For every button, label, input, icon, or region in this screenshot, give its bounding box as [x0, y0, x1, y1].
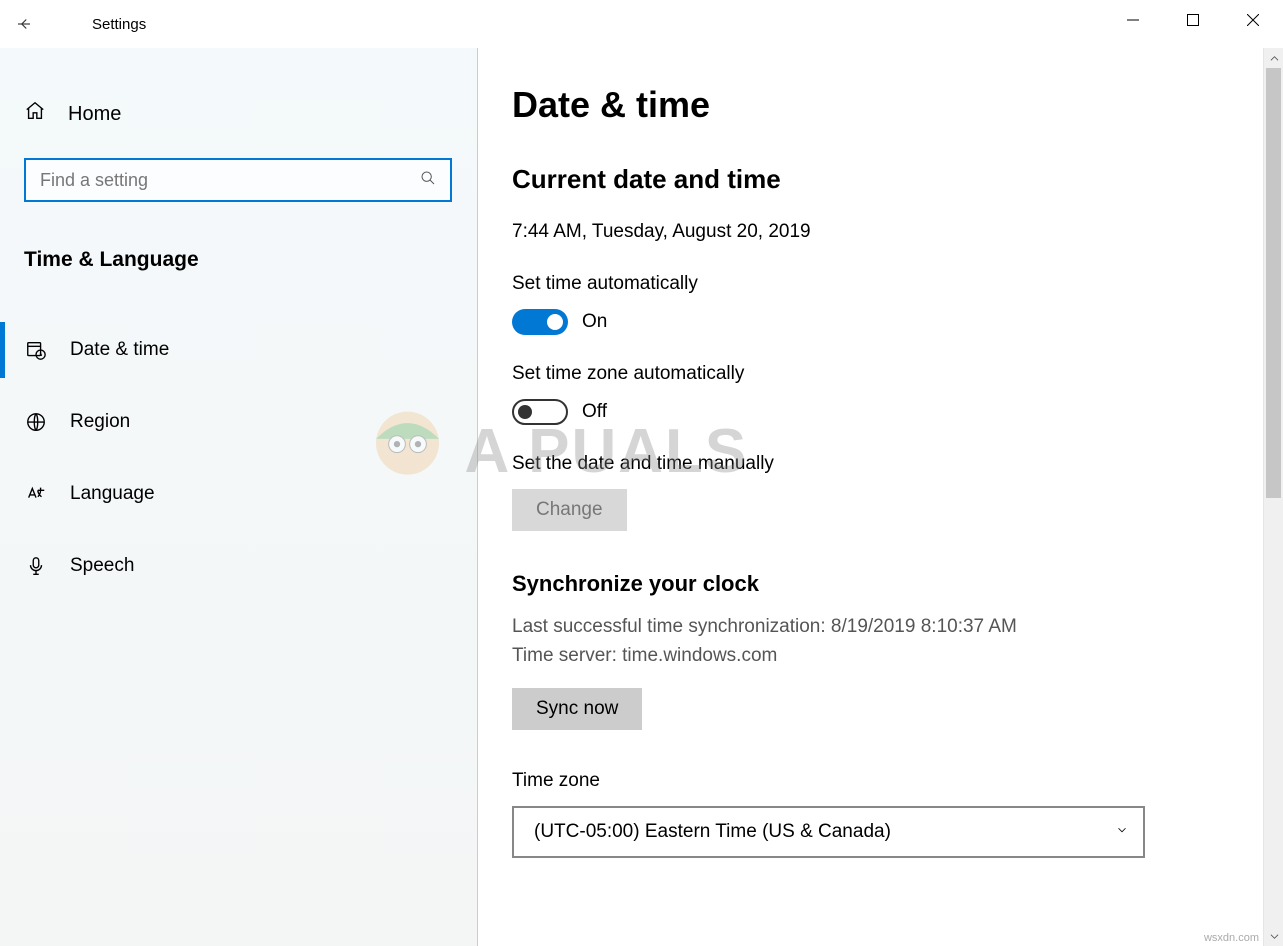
- nav-region[interactable]: Region: [0, 386, 477, 458]
- url-watermark: wsxdn.com: [1204, 932, 1259, 944]
- chevron-down-icon: [1270, 932, 1279, 941]
- last-sync-text: Last successful time synchronization: 8/…: [512, 613, 1249, 642]
- time-server-text: Time server: time.windows.com: [512, 642, 1249, 671]
- home-icon: [24, 100, 46, 128]
- language-icon: [24, 483, 48, 505]
- nav-list: Date & time Region Language Speech: [0, 314, 477, 602]
- minimize-button[interactable]: [1103, 0, 1163, 40]
- current-heading: Current date and time: [512, 164, 1249, 195]
- titlebar: Settings: [0, 0, 1283, 48]
- nav-label: Language: [70, 483, 155, 505]
- globe-icon: [24, 411, 48, 433]
- current-datetime: 7:44 AM, Tuesday, August 20, 2019: [512, 221, 1249, 243]
- set-time-auto-row: On: [512, 309, 1249, 335]
- timezone-value: (UTC-05:00) Eastern Time (US & Canada): [534, 821, 891, 843]
- content-area: Home Time & Language Date & time: [0, 48, 1283, 946]
- scrollbar[interactable]: [1263, 48, 1283, 946]
- set-time-auto-label: Set time automatically: [512, 273, 1249, 295]
- set-tz-auto-state: Off: [582, 401, 607, 423]
- window-title: Settings: [92, 16, 146, 33]
- timezone-dropdown[interactable]: (UTC-05:00) Eastern Time (US & Canada): [512, 806, 1145, 858]
- nav-language[interactable]: Language: [0, 458, 477, 530]
- maximize-icon: [1187, 14, 1199, 26]
- sync-heading: Synchronize your clock: [512, 571, 1249, 597]
- chevron-up-icon: [1270, 54, 1279, 63]
- close-button[interactable]: [1223, 0, 1283, 40]
- arrow-left-icon: [15, 15, 33, 33]
- set-tz-auto-toggle[interactable]: [512, 399, 568, 425]
- home-nav[interactable]: Home: [0, 88, 477, 140]
- search-box[interactable]: [24, 158, 452, 202]
- search-input[interactable]: [40, 170, 420, 191]
- set-tz-auto-label: Set time zone automatically: [512, 363, 1249, 385]
- maximize-button[interactable]: [1163, 0, 1223, 40]
- window-controls: [1103, 0, 1283, 40]
- scroll-down-button[interactable]: [1264, 926, 1283, 946]
- microphone-icon: [24, 555, 48, 577]
- set-tz-auto-row: Off: [512, 399, 1249, 425]
- home-label: Home: [68, 103, 121, 126]
- nav-date-time[interactable]: Date & time: [0, 314, 477, 386]
- sync-now-button[interactable]: Sync now: [512, 688, 642, 730]
- sync-info: Last successful time synchronization: 8/…: [512, 613, 1249, 670]
- manual-label: Set the date and time manually: [512, 453, 1249, 475]
- nav-label: Speech: [70, 555, 134, 577]
- change-button: Change: [512, 489, 627, 531]
- scroll-thumb[interactable]: [1266, 68, 1281, 498]
- nav-speech[interactable]: Speech: [0, 530, 477, 602]
- minimize-icon: [1127, 14, 1139, 26]
- set-time-auto-state: On: [582, 311, 607, 333]
- calendar-clock-icon: [24, 339, 48, 361]
- page-title: Date & time: [512, 84, 1249, 126]
- search-icon: [420, 170, 436, 191]
- scroll-up-button[interactable]: [1264, 48, 1283, 68]
- main-panel: Date & time Current date and time 7:44 A…: [478, 48, 1283, 946]
- chevron-down-icon: [1115, 821, 1129, 843]
- back-button[interactable]: [0, 0, 48, 48]
- set-time-auto-toggle[interactable]: [512, 309, 568, 335]
- section-heading: Time & Language: [0, 248, 477, 272]
- search-wrapper: [0, 158, 477, 202]
- timezone-label: Time zone: [512, 770, 1249, 792]
- close-icon: [1247, 14, 1259, 26]
- sidebar: Home Time & Language Date & time: [0, 48, 478, 946]
- nav-label: Date & time: [70, 339, 169, 361]
- nav-label: Region: [70, 411, 130, 433]
